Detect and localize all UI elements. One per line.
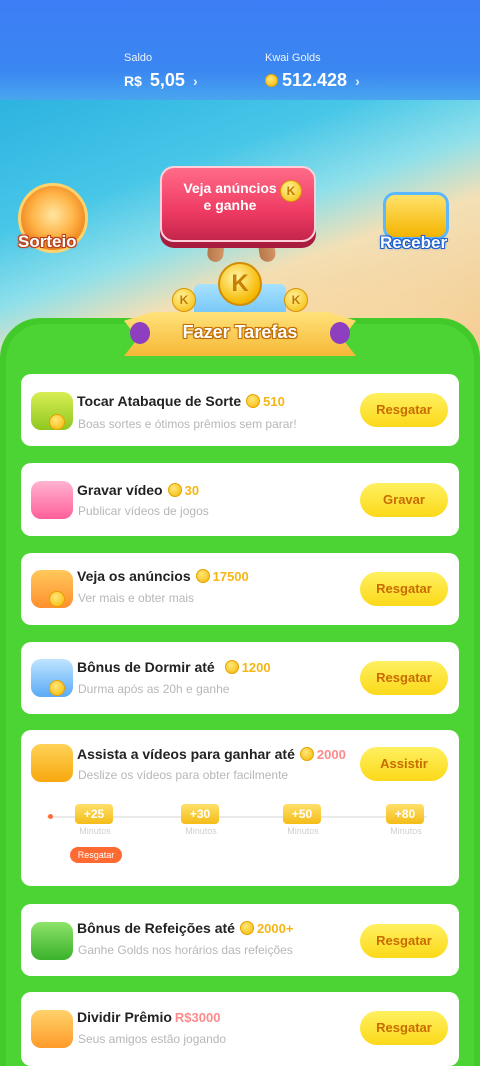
tasks-title: Fazer Tarefas	[182, 322, 298, 342]
task-subtitle: Durma após as 20h e ganhe	[78, 682, 230, 696]
milestone: +80 Minutos	[386, 804, 426, 836]
balance-label: Saldo	[124, 52, 153, 64]
task-card-dormir: Bônus de Dormir até 1200 Durma após as 2…	[21, 642, 459, 714]
assistir-button[interactable]: Assistir	[360, 747, 448, 781]
milestone: +25 Minutos	[75, 804, 115, 836]
coin-box-icon: K K K	[172, 260, 308, 320]
task-reward: 1200	[241, 659, 271, 675]
watch-ads-label: Veja anúncios e ganhe	[183, 180, 277, 213]
resgatar-button[interactable]: Resgatar	[360, 393, 448, 427]
resgatar-button[interactable]: Resgatar	[360, 924, 448, 958]
resgatar-button[interactable]: Resgatar	[360, 572, 448, 606]
progress-marker	[48, 814, 53, 819]
coin-badge-icon	[49, 680, 65, 696]
task-reward: 17500	[212, 568, 249, 584]
gold-coin-icon	[299, 747, 314, 761]
chevron-right-icon: ›	[192, 72, 198, 89]
golds-label: Kwai Golds	[265, 52, 321, 64]
task-reward: 510	[263, 393, 285, 409]
task-subtitle: Ver mais e obter mais	[78, 591, 195, 605]
task-subtitle: Publicar vídeos de jogos	[78, 504, 209, 518]
task-title: Gravar vídeo	[77, 482, 163, 498]
task-card-atabaque: Tocar Atabaque de Sorte 510 Boas sortes …	[21, 374, 459, 446]
coin-badge-icon	[49, 414, 65, 430]
sorteio-label[interactable]: Sorteio	[18, 232, 77, 252]
resgatar-button[interactable]: Resgatar	[360, 661, 448, 695]
task-reward: 2000	[316, 746, 346, 762]
task-subtitle: Deslize os vídeos para obter facilmente	[78, 768, 289, 782]
gold-coin-icon	[239, 921, 254, 935]
task-subtitle: Seus amigos estão jogando	[78, 1032, 227, 1046]
meal-icon	[31, 922, 73, 960]
balance-currency: R$	[124, 72, 142, 89]
task-card-gravar-video: Gravar vídeo 30 Publicar vídeos de jogos…	[21, 463, 459, 536]
task-subtitle: Boas sortes e ótimos prêmios sem parar!	[78, 417, 297, 431]
gold-coin-icon	[195, 569, 210, 583]
task-title: Veja os anúncios	[77, 568, 191, 584]
golds-stat[interactable]: Kwai Golds 512.428 ›	[265, 52, 360, 91]
movie-camera-icon	[31, 744, 73, 782]
milestone: +30 Minutos	[181, 804, 221, 836]
gift-icon	[31, 1010, 73, 1048]
task-title: Dividir Prêmio	[77, 1009, 172, 1025]
task-subtitle: Ganhe Golds nos horários das refeições	[78, 943, 293, 957]
header-bar	[0, 0, 480, 100]
gold-coin-icon	[265, 74, 278, 87]
gravar-button[interactable]: Gravar	[360, 483, 448, 517]
video-camera-icon	[31, 481, 73, 519]
k-coin-icon: K	[218, 262, 262, 306]
coin-badge-icon	[49, 591, 65, 607]
task-card-refeicoes: Bônus de Refeições até 2000+ Ganhe Golds…	[21, 904, 459, 976]
claim-milestone-button[interactable]: Resgatar	[70, 847, 122, 863]
watch-ads-button[interactable]: Veja anúncios e ganhe K	[160, 166, 316, 242]
task-reward: 30	[184, 482, 200, 498]
task-title: Assista a vídeos para ganhar até	[77, 746, 295, 762]
balance-stat[interactable]: Saldo R$ 5,05 ›	[124, 52, 198, 91]
resgatar-button[interactable]: Resgatar	[360, 1011, 448, 1045]
task-title: Bônus de Refeições até	[77, 920, 235, 936]
chevron-right-icon: ›	[355, 72, 360, 89]
balance-value: 5,05	[149, 70, 185, 90]
k-coin-icon: K	[280, 180, 302, 202]
task-card-anuncios: Veja os anúncios 17500 Ver mais e obter …	[21, 553, 459, 625]
task-title: Tocar Atabaque de Sorte	[77, 393, 242, 409]
gold-coin-icon	[167, 483, 182, 497]
receber-label[interactable]: Receber	[380, 233, 447, 253]
gold-coin-icon	[224, 660, 239, 674]
gold-coin-icon	[246, 394, 261, 408]
task-card-assistir-videos: Assista a vídeos para ganhar até 2000 De…	[21, 730, 459, 886]
task-reward: R$3000	[174, 1009, 221, 1025]
task-title: Bônus de Dormir até	[77, 659, 215, 675]
golds-value: 512.428	[282, 70, 348, 90]
task-card-dividir-premio: Dividir Prêmio R$3000 Seus amigos estão …	[21, 992, 459, 1066]
task-reward: 2000+	[256, 920, 294, 936]
milestone: +50 Minutos	[283, 804, 323, 836]
